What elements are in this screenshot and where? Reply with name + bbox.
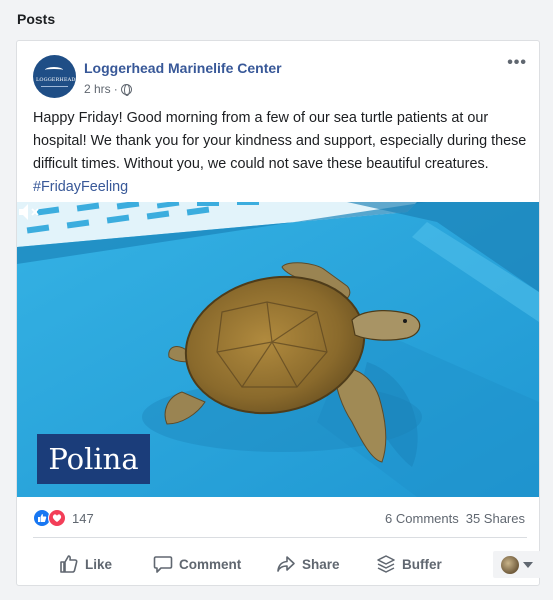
- actions-divider: [33, 537, 527, 538]
- share-label: Share: [302, 556, 340, 572]
- logo-line: [41, 86, 68, 87]
- like-label: Like: [85, 556, 113, 572]
- action-bar: Like Comment Share Buffer: [33, 547, 541, 581]
- engagement-counts: 6 Comments 35 Shares: [385, 511, 525, 526]
- buffer-stack-icon: [377, 555, 395, 573]
- avatar-logo-text: LOGGERHEAD: [36, 77, 76, 83]
- section-title: Posts: [17, 11, 56, 27]
- post-text: Happy Friday! Good morning from a few of…: [33, 107, 529, 199]
- hashtag-link[interactable]: #FridayFeeling: [33, 179, 128, 195]
- post-as-selector[interactable]: [493, 551, 541, 578]
- reactions-summary[interactable]: 147: [33, 509, 94, 527]
- post-timestamp[interactable]: 2 hrs: [84, 82, 111, 96]
- post-video[interactable]: Polina: [17, 202, 539, 497]
- like-button[interactable]: Like: [59, 547, 112, 581]
- share-arrow-icon: [277, 556, 295, 572]
- page-avatar[interactable]: LOGGERHEAD: [33, 55, 76, 98]
- comments-count-link[interactable]: 6 Comments: [385, 511, 459, 526]
- watermark-label: Polina: [37, 434, 150, 484]
- comment-bubble-icon: [153, 556, 173, 573]
- more-options-button[interactable]: •••: [507, 55, 527, 71]
- share-button[interactable]: Share: [276, 547, 340, 581]
- reaction-count: 147: [72, 510, 94, 526]
- post-header: LOGGERHEAD Loggerhead Marinelife Center …: [33, 55, 527, 99]
- post-meta: 2 hrs ·: [84, 82, 132, 96]
- comment-button[interactable]: Comment: [153, 547, 241, 581]
- account-avatar: [501, 555, 519, 574]
- thumbs-up-icon: [60, 555, 78, 573]
- logo-turtle-mark: [45, 67, 63, 73]
- meta-separator: ·: [113, 82, 118, 96]
- post-card: LOGGERHEAD Loggerhead Marinelife Center …: [16, 40, 541, 586]
- caret-down-icon: [523, 561, 533, 568]
- globe-icon: [120, 83, 132, 96]
- shares-count-link[interactable]: 35 Shares: [466, 511, 525, 526]
- volume-muted-icon[interactable]: [17, 202, 41, 222]
- buffer-button[interactable]: Buffer: [376, 547, 442, 581]
- buffer-label: Buffer: [402, 556, 442, 572]
- page-name-link[interactable]: Loggerhead Marinelife Center: [84, 60, 282, 76]
- post-stats: 147 6 Comments 35 Shares: [17, 499, 539, 535]
- post-body: Happy Friday! Good morning from a few of…: [33, 110, 527, 172]
- love-reaction-icon: [48, 509, 66, 527]
- comment-label: Comment: [179, 556, 242, 572]
